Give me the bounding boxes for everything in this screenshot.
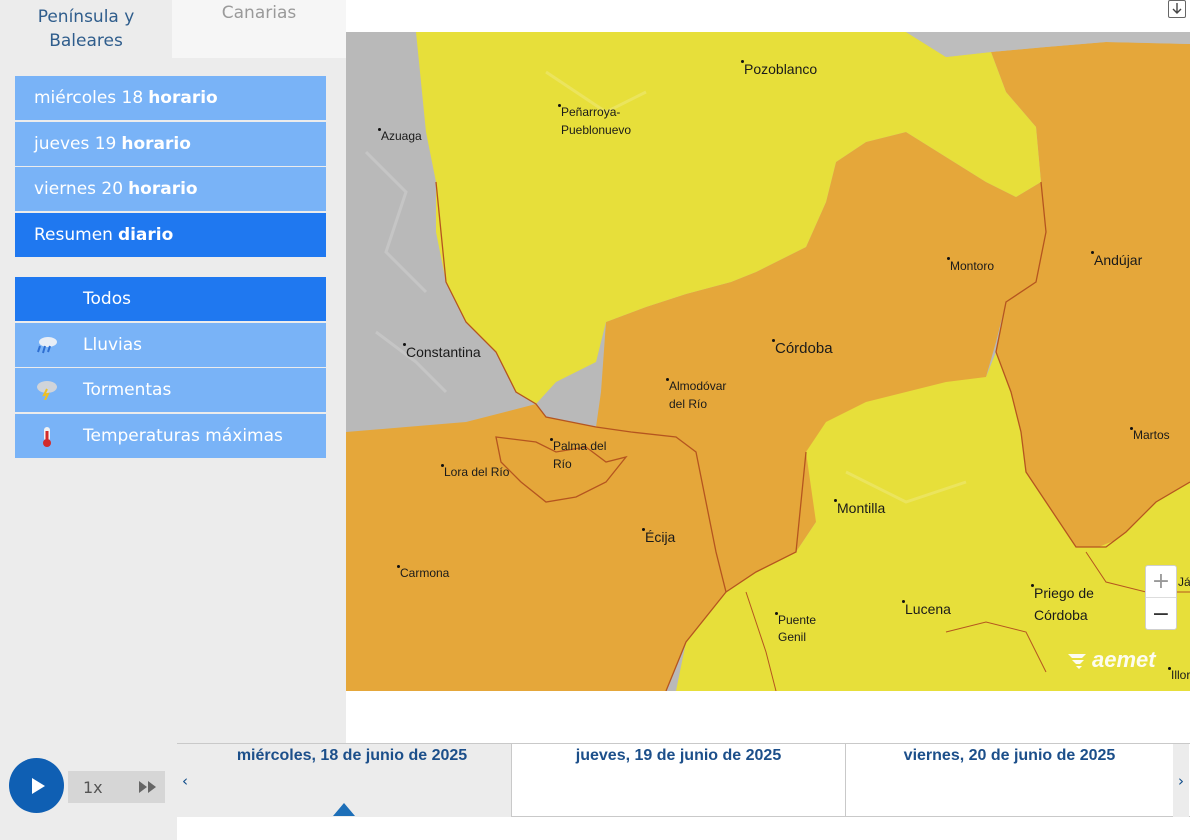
- day-label: viernes 20: [34, 179, 124, 199]
- place-lucena: Lucena: [905, 601, 951, 617]
- place-almodovar: Almodóvar: [669, 379, 727, 393]
- storm-icon: [34, 380, 60, 401]
- place-palma-del-rio: Río: [553, 457, 572, 471]
- tab-canarias-label: Canarias: [221, 3, 297, 23]
- tab-canarias[interactable]: Canarias: [172, 0, 346, 58]
- rain-icon: [34, 335, 60, 355]
- sidebar: Península y Baleares Canarias miércoles …: [0, 0, 346, 743]
- layer-button-storms[interactable]: Tormentas: [15, 368, 326, 412]
- place-montilla: Montilla: [837, 500, 886, 516]
- layer-label: Lluvias: [83, 335, 143, 355]
- aemet-logo-mark: [1068, 654, 1086, 669]
- day-button-friday[interactable]: viernes 20 horario: [15, 167, 326, 211]
- place-priego-de-cordoba: Córdoba: [1034, 607, 1088, 623]
- place-carmona: Carmona: [400, 566, 450, 580]
- zoom-control: + −: [1145, 565, 1177, 630]
- tab-peninsula-baleares[interactable]: Península y Baleares: [0, 0, 172, 58]
- place-jaen: Já: [1178, 575, 1190, 589]
- place-ecija: Écija: [645, 529, 676, 545]
- place-pueblonuevo: Pueblonuevo: [561, 123, 632, 137]
- timeline-prev-button[interactable]: ‹: [177, 744, 193, 817]
- timeline-position-marker[interactable]: [333, 803, 355, 816]
- day-button-wednesday[interactable]: miércoles 18 horario: [15, 76, 326, 120]
- day-label: Resumen: [34, 225, 113, 245]
- timeline: ‹ miércoles, 18 de junio de 2025 jueves,…: [177, 743, 1190, 817]
- place-priego-de: Priego de: [1034, 585, 1094, 601]
- zoom-in-button[interactable]: +: [1146, 566, 1176, 598]
- place-almodovar-del-rio: del Río: [669, 397, 708, 411]
- day-mode: horario: [121, 134, 191, 154]
- place-pozoblanco: Pozoblanco: [744, 61, 818, 77]
- timeline-day-friday[interactable]: viernes, 20 de junio de 2025: [845, 744, 1173, 817]
- place-palma-del: Palma del: [553, 439, 607, 453]
- animation-player: 1x: [0, 743, 177, 840]
- play-button[interactable]: [9, 758, 64, 813]
- day-button-summary[interactable]: Resumen diario: [15, 213, 326, 257]
- layer-label: Tormentas: [83, 380, 172, 400]
- place-azuaga: Azuaga: [381, 129, 422, 143]
- day-mode: diario: [117, 225, 174, 245]
- layer-label: Temperaturas máximas: [83, 426, 283, 446]
- download-icon[interactable]: [1168, 0, 1186, 18]
- warning-map[interactable]: Pozoblanco Peñarroya- Pueblonuevo Azuaga…: [346, 32, 1190, 691]
- place-cordoba: Córdoba: [775, 340, 833, 357]
- day-label: jueves 19: [34, 134, 117, 154]
- day-mode: horario: [128, 179, 198, 199]
- layer-label: Todos: [83, 289, 131, 309]
- day-button-thursday[interactable]: jueves 19 horario: [15, 122, 326, 166]
- zoom-out-button[interactable]: −: [1146, 598, 1176, 630]
- speed-label: 1x: [83, 777, 103, 797]
- place-constantina: Constantina: [406, 344, 481, 360]
- place-puente: Puente: [778, 613, 817, 627]
- play-icon: [31, 777, 45, 794]
- day-mode: horario: [148, 88, 218, 108]
- tab-peninsula-label: Península y Baleares: [37, 7, 135, 51]
- layer-button-max-temperatures[interactable]: Temperaturas máximas: [15, 414, 326, 458]
- fast-forward-icon[interactable]: [138, 779, 158, 795]
- place-puente-genil: Genil: [778, 630, 807, 644]
- thermometer-icon: [34, 426, 60, 447]
- day-label: miércoles 18: [34, 88, 144, 108]
- place-andujar: Andújar: [1094, 252, 1143, 268]
- place-montoro: Montoro: [950, 259, 995, 273]
- place-lora-del-rio: Lora del Río: [444, 465, 510, 479]
- aemet-logo-text: aemet: [1092, 647, 1156, 672]
- timeline-day-thursday[interactable]: jueves, 19 de junio de 2025: [511, 744, 845, 817]
- aemet-logo: aemet: [1066, 646, 1174, 674]
- layer-button-rain[interactable]: Lluvias: [15, 323, 326, 367]
- place-martos: Martos: [1133, 428, 1170, 442]
- layer-button-all[interactable]: Todos: [15, 277, 326, 321]
- timeline-next-button[interactable]: ›: [1173, 744, 1189, 817]
- place-penarroya: Peñarroya-: [561, 105, 621, 119]
